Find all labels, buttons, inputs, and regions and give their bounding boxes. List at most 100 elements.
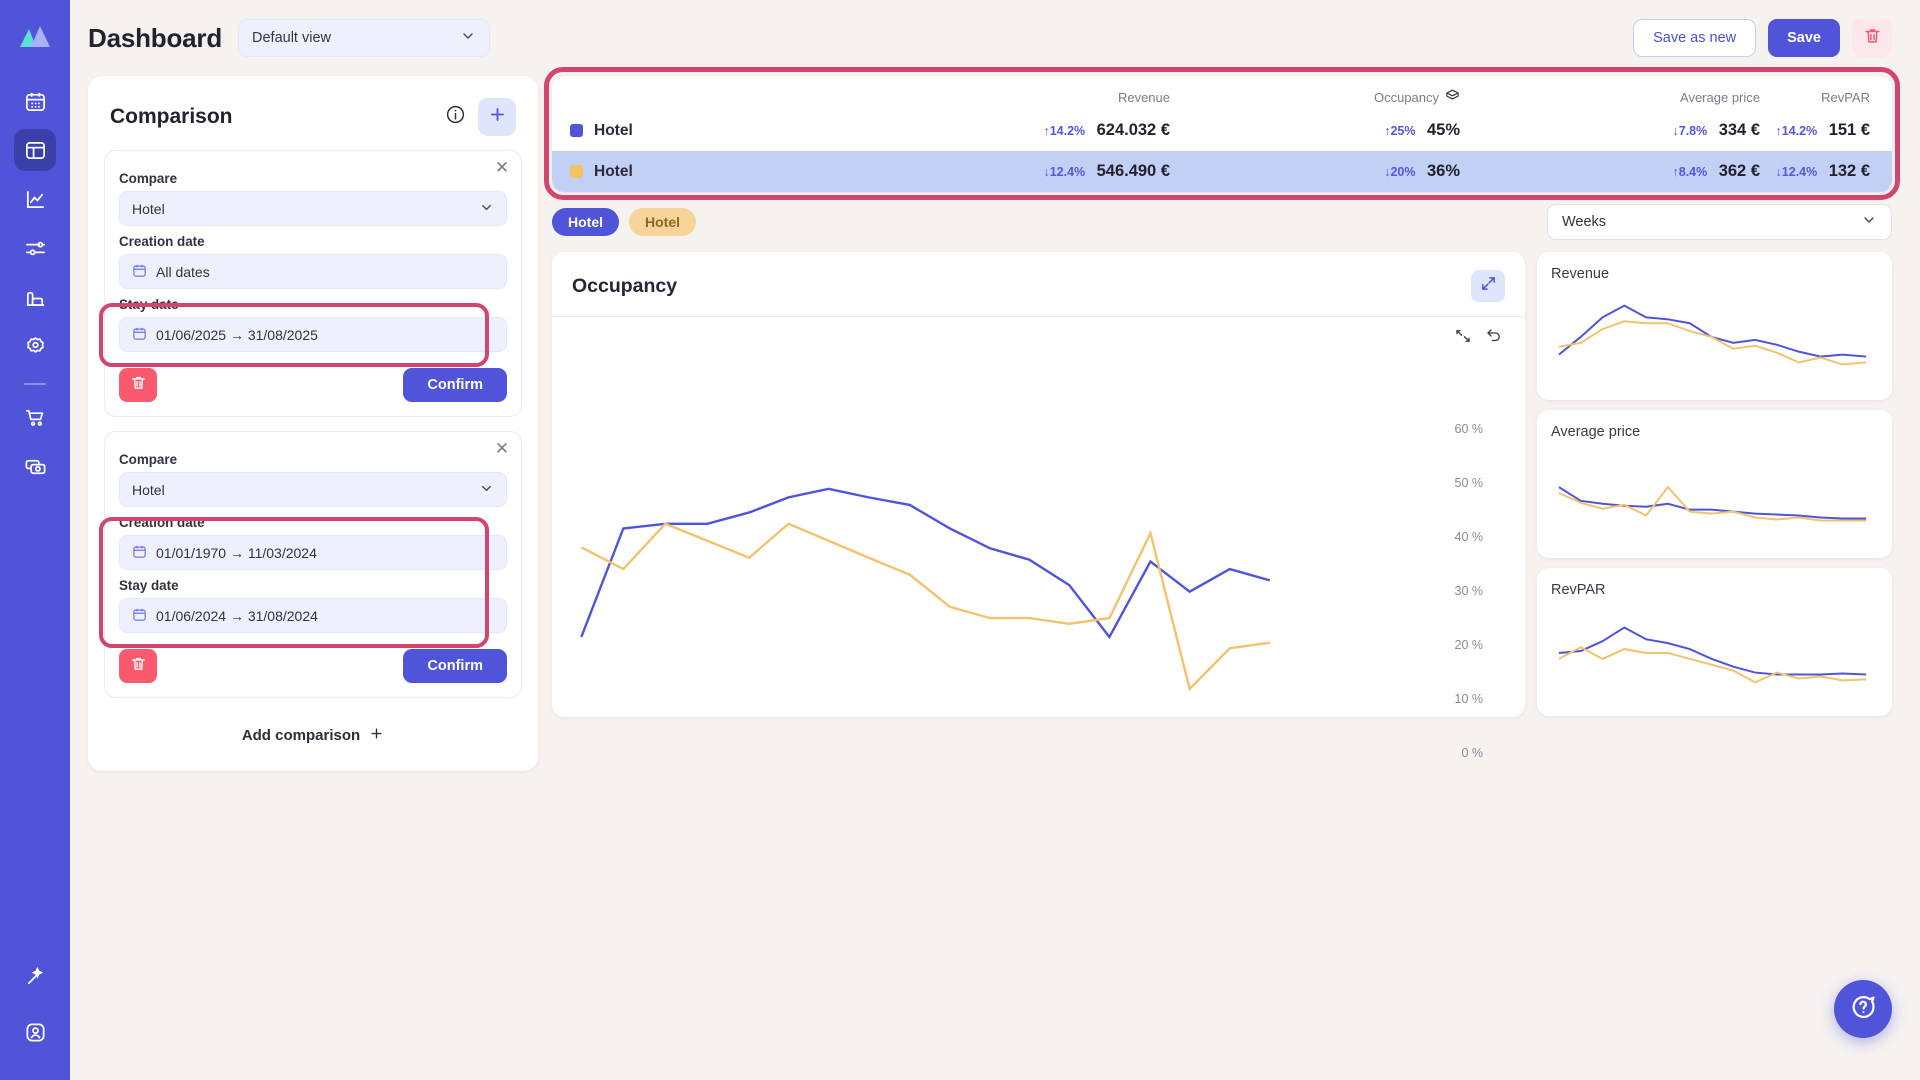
calendar-icon	[132, 544, 147, 562]
dashboard-column: Revenue Occupancy Average price RevPAR H…	[544, 67, 1900, 760]
sidebar-item-filters[interactable]	[14, 227, 56, 269]
kpi-cell-revpar: ↑14.2% 151 €	[1760, 121, 1870, 140]
kpi-value: 45%	[1426, 121, 1460, 139]
mini-chart-title: RevPAR	[1551, 582, 1606, 598]
series-color-swatch	[570, 165, 583, 178]
y-axis-tick: 30 %	[1454, 584, 1484, 598]
chevron-down-icon	[460, 28, 476, 48]
kpi-column-header: Occupancy	[1170, 88, 1460, 106]
sidebar-item-reports[interactable]	[14, 276, 56, 318]
kpi-cell-occupancy: ↓20% 36%	[1170, 162, 1460, 181]
sidebar-item-account[interactable]	[14, 1011, 56, 1053]
magic-wand-icon	[24, 965, 47, 988]
chevron-down-icon	[1861, 212, 1877, 232]
kpi-cell-revpar: ↓12.4% 132 €	[1760, 162, 1870, 181]
compare-select[interactable]: Hotel	[119, 191, 507, 226]
calendar-icon	[132, 263, 147, 281]
delete-comparison-button[interactable]	[119, 649, 157, 683]
money-icon	[24, 455, 47, 478]
chevron-down-icon	[479, 200, 494, 218]
stay-date-input[interactable]: 01/06/2025 → 31/08/2025	[119, 317, 507, 352]
kpi-column-label: Revenue	[1117, 89, 1170, 105]
kpi-row-name: Hotel	[570, 122, 870, 140]
kpi-row[interactable]: Hotel ↓12.4% 546.490 € ↓20% 36% ↑8.4% 36…	[552, 151, 1892, 192]
kpi-value: 546.490 €	[1096, 162, 1170, 180]
main-chart-header: Occupancy	[572, 270, 1505, 302]
reset-zoom-icon[interactable]	[1454, 327, 1472, 350]
close-icon[interactable]: ✕	[494, 159, 510, 176]
confirm-button[interactable]: Confirm	[403, 368, 507, 402]
stay-date-input[interactable]: 01/06/2024 → 31/08/2024	[119, 598, 507, 633]
sidebar-item-dashboard[interactable]	[14, 129, 56, 171]
period-selector-value: Weeks	[1562, 214, 1607, 230]
sidebar-divider	[24, 383, 46, 385]
occupancy-line-chart[interactable]: 60 % 50 % 40 % 30 % 20 % 10 % 0 %	[572, 354, 1505, 760]
kpi-bar: Revenue Occupancy Average price RevPAR H…	[552, 76, 1892, 192]
expand-chart-button[interactable]	[1471, 270, 1505, 302]
info-icon[interactable]	[445, 104, 466, 130]
mini-chart-title: Average price	[1551, 424, 1641, 440]
bar-chart-icon	[24, 286, 47, 309]
comparison-card: ✕ Compare Hotel Creation date	[99, 431, 522, 698]
kpi-delta: ↑14.2%	[1775, 124, 1818, 138]
mountains-logo[interactable]	[13, 14, 57, 58]
compare-label: Compare	[119, 452, 178, 467]
creation-date-input[interactable]: All dates	[119, 254, 507, 289]
kpi-column-header: RevPAR	[1760, 90, 1870, 105]
series-chip[interactable]: Hotel	[552, 208, 619, 236]
save-as-new-button[interactable]: Save as new	[1633, 19, 1757, 57]
add-comparison-icon-button[interactable]	[478, 98, 516, 136]
kpi-value: 151 €	[1828, 121, 1870, 139]
kpi-row-label: Hotel	[594, 121, 633, 139]
view-selector-value: Default view	[252, 30, 331, 46]
sidebar-item-cart[interactable]	[14, 396, 56, 438]
sidebar-item-calendar[interactable]	[14, 80, 56, 122]
close-icon[interactable]: ✕	[494, 440, 510, 457]
add-comparison-button[interactable]: Add comparison	[104, 712, 522, 755]
stay-date-value: 01/06/2024 → 31/08/2024	[156, 607, 318, 624]
confirm-button[interactable]: Confirm	[403, 649, 507, 683]
card-actions: Confirm	[119, 649, 507, 683]
trash-icon	[130, 655, 147, 677]
delete-dashboard-button[interactable]	[1852, 19, 1892, 57]
average-price-sparkline[interactable]	[1551, 444, 1878, 542]
mini-chart-card-revenue: Revenue	[1537, 252, 1892, 400]
comparison-title: Comparison	[110, 105, 233, 128]
undo-icon[interactable]	[1485, 327, 1503, 350]
kpi-column-header: Revenue	[870, 90, 1170, 105]
view-selector[interactable]: Default view	[238, 19, 491, 57]
y-axis-tick: 0 %	[1461, 746, 1483, 760]
creation-date-input[interactable]: 01/01/1970 → 11/03/2024	[119, 535, 507, 570]
series-chip-label: Hotel	[645, 214, 680, 230]
comparison-header: Comparison	[88, 76, 538, 150]
kpi-row[interactable]: Hotel ↑14.2% 624.032 € ↑25% 45% ↓7.8% 33…	[552, 110, 1892, 151]
kpi-row-label: Hotel	[594, 162, 633, 180]
revenue-sparkline[interactable]	[1551, 286, 1878, 384]
series-chip[interactable]: Hotel	[629, 208, 696, 236]
sidebar-item-analytics[interactable]	[14, 178, 56, 220]
sidebar-item-magic[interactable]	[14, 955, 56, 997]
compare-value: Hotel	[132, 200, 165, 217]
content: Comparison ✕ Compare Hotel Creation date…	[70, 67, 1920, 771]
help-chat-button[interactable]	[1834, 980, 1892, 1038]
kpi-value: 362 €	[1718, 162, 1760, 180]
creation-date-field: Creation date All dates	[119, 234, 507, 289]
y-axis-tick: 20 %	[1454, 638, 1484, 652]
delete-comparison-button[interactable]	[119, 368, 157, 402]
compare-select[interactable]: Hotel	[119, 472, 507, 507]
dashboard-icon	[24, 139, 47, 162]
mini-chart-card-average-price: Average price	[1537, 410, 1892, 558]
box-icon	[1445, 88, 1460, 106]
period-selector[interactable]: Weeks	[1547, 204, 1892, 240]
chart-svg	[572, 354, 1505, 703]
stay-date-field: Stay date 01/06/2025 → 31/08/2025	[119, 297, 507, 352]
side-charts: Revenue Average price RevPAR	[1537, 252, 1892, 716]
kpi-value: 334 €	[1718, 121, 1760, 139]
calendar-icon	[132, 326, 147, 344]
sidebar-item-revenue[interactable]	[14, 445, 56, 487]
sidebar-item-settings[interactable]	[14, 325, 56, 367]
kpi-cell-revenue: ↑14.2% 624.032 €	[870, 121, 1170, 140]
revpar-sparkline[interactable]	[1551, 602, 1878, 700]
save-button[interactable]: Save	[1768, 19, 1840, 57]
series-color-swatch	[570, 124, 583, 137]
